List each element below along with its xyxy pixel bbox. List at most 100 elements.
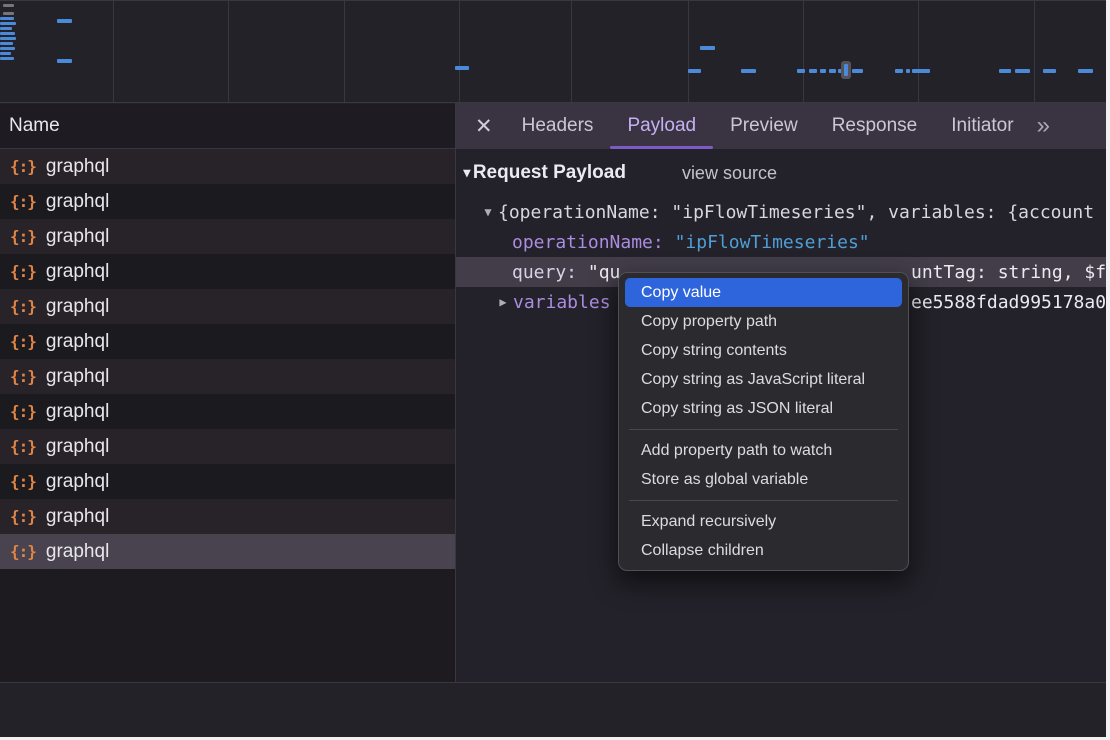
waterfall-bar [0, 37, 16, 40]
expand-arrow-icon[interactable]: ▼ [478, 205, 498, 219]
request-row[interactable]: {:} graphql [0, 499, 455, 534]
property-value-right: untTag: string, $f [911, 257, 1106, 287]
close-icon[interactable]: ✕ [475, 116, 493, 137]
waterfall-bar [809, 69, 817, 73]
json-file-icon: {:} [10, 437, 36, 456]
request-row[interactable]: {:}graphql [0, 324, 455, 359]
view-source-link[interactable]: view source [682, 163, 777, 184]
menu-item-collapse-children[interactable]: Collapse children [619, 536, 908, 565]
request-row[interactable]: {:} graphql [0, 289, 455, 324]
waterfall-bar [0, 47, 15, 50]
request-row[interactable]: {:} graphql [0, 254, 455, 289]
waterfall-bar [688, 69, 701, 73]
menu-item-copy-string-as-json-literal[interactable]: Copy string as JSON literal [619, 394, 908, 423]
request-row[interactable]: {:}graphql [0, 219, 455, 254]
menu-item-copy-string-as-javascript-literal[interactable]: Copy string as JavaScript literal [619, 365, 908, 394]
waterfall-bar [797, 69, 805, 73]
request-row[interactable]: {:} graphql [0, 394, 455, 429]
waterfall-bar [829, 69, 836, 73]
request-name: graphql [46, 506, 109, 528]
waterfall-bar [852, 69, 863, 73]
overview-gridline [228, 0, 229, 103]
overview-playhead-marker[interactable] [841, 61, 851, 79]
waterfall-bar [3, 4, 14, 7]
request-name: graphql [46, 401, 109, 423]
waterfall-bar [0, 52, 11, 55]
tab-list: HeadersPayloadPreviewResponseInitiator [505, 103, 1031, 149]
waterfall-bar [57, 19, 72, 23]
json-file-icon: {:} [10, 367, 36, 386]
waterfall-bar [0, 57, 14, 60]
overview-gridline [918, 0, 919, 103]
tab-preview[interactable]: Preview [713, 103, 815, 149]
menu-item-add-property-path-to-watch[interactable]: Add property path to watch [619, 436, 908, 465]
property-key: query: [512, 262, 577, 283]
request-row[interactable]: {:}graphql [0, 149, 455, 184]
menu-item-copy-string-contents[interactable]: Copy string contents [619, 336, 908, 365]
more-tabs-icon[interactable]: » [1037, 112, 1048, 140]
overview-gridline [113, 0, 114, 103]
request-name: graphql [46, 366, 109, 388]
menu-item-expand-recursively[interactable]: Expand recursively [619, 507, 908, 536]
json-file-icon: {:} [10, 227, 36, 246]
request-name: graphql [46, 331, 109, 353]
tab-headers[interactable]: Headers [505, 103, 611, 149]
json-file-icon: {:} [10, 262, 36, 281]
payload-section-row: ▼Request Payload view source [456, 149, 1106, 197]
menu-separator [629, 429, 898, 430]
overview-gridline [344, 0, 345, 103]
request-name: graphql [46, 261, 109, 283]
waterfall-bar [820, 69, 826, 73]
menu-separator [629, 500, 898, 501]
menu-item-copy-property-path[interactable]: Copy property path [619, 307, 908, 336]
overview-gridline [459, 0, 460, 103]
waterfall-bar [700, 46, 715, 50]
json-file-icon: {:} [10, 192, 36, 211]
request-row[interactable]: {:} graphql [0, 184, 455, 219]
json-file-icon: {:} [10, 297, 36, 316]
overview-divider-line [0, 0, 1106, 1]
request-row[interactable]: {:}graphql [0, 429, 455, 464]
request-name: graphql [46, 156, 109, 178]
request-name: graphql [46, 296, 109, 318]
menu-item-copy-value[interactable]: Copy value [625, 278, 902, 307]
waterfall-bar [0, 27, 12, 30]
collapse-arrow-icon[interactable]: ▶ [493, 295, 513, 309]
overview-gridline [688, 0, 689, 103]
property-value-right: ee5588fdad995178a0 [911, 287, 1106, 317]
property-key: variables [513, 292, 611, 313]
waterfall-bar [455, 66, 469, 70]
section-expand-icon[interactable]: ▼ [463, 166, 471, 181]
request-list-panel: Name {:} graphql {:} graphql {:} graphql {:} gr… [0, 104, 455, 737]
waterfall-bar [1015, 69, 1030, 73]
network-summary-bar [0, 682, 1106, 737]
waterfall-bar [0, 22, 16, 25]
overview-playhead-bar [844, 64, 848, 76]
payload-operationname-row[interactable]: operationName: "ipFlowTimeseries" [456, 227, 1106, 257]
tab-payload[interactable]: Payload [610, 103, 713, 149]
property-value: "ipFlowTimeseries" [675, 232, 870, 253]
tab-response[interactable]: Response [815, 103, 935, 149]
request-row[interactable]: {:}graphql [0, 464, 455, 499]
waterfall-bar [0, 42, 13, 45]
menu-item-store-as-global-variable[interactable]: Store as global variable [619, 465, 908, 494]
json-file-icon: {:} [10, 402, 36, 421]
request-row[interactable]: {:} graphql [0, 359, 455, 394]
request-row[interactable]: {:} graphql [0, 534, 455, 569]
request-name: graphql [46, 191, 109, 213]
waterfall-bar [895, 69, 903, 73]
json-file-icon: {:} [10, 472, 36, 491]
waterfall-bar [3, 12, 14, 15]
overview-gridline [803, 0, 804, 103]
tab-initiator[interactable]: Initiator [934, 103, 1030, 149]
request-name: graphql [46, 541, 109, 563]
name-column-header[interactable]: Name [0, 104, 455, 149]
json-file-icon: {:} [10, 507, 36, 526]
overview-gridline [1034, 0, 1035, 103]
waterfall-bar [999, 69, 1011, 73]
network-overview-waterfall[interactable] [0, 0, 1106, 103]
waterfall-bar [906, 69, 910, 73]
payload-section-title: Request Payload [473, 162, 626, 184]
payload-root-row[interactable]: ▼{operationName: "ipFlowTimeseries", var… [456, 197, 1106, 227]
json-file-icon: {:} [10, 542, 36, 561]
